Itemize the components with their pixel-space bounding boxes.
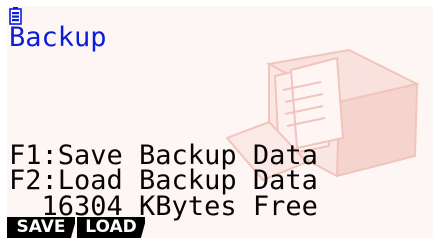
screen-title: Backup	[9, 22, 107, 53]
calculator-screen: Backup F1:Save Backup Data F2:Load Backu…	[7, 6, 433, 238]
load-function-key[interactable]: LOAD	[77, 217, 145, 238]
save-function-key[interactable]: SAVE	[7, 217, 75, 238]
function-key-bar: SAVE LOAD	[7, 217, 433, 238]
